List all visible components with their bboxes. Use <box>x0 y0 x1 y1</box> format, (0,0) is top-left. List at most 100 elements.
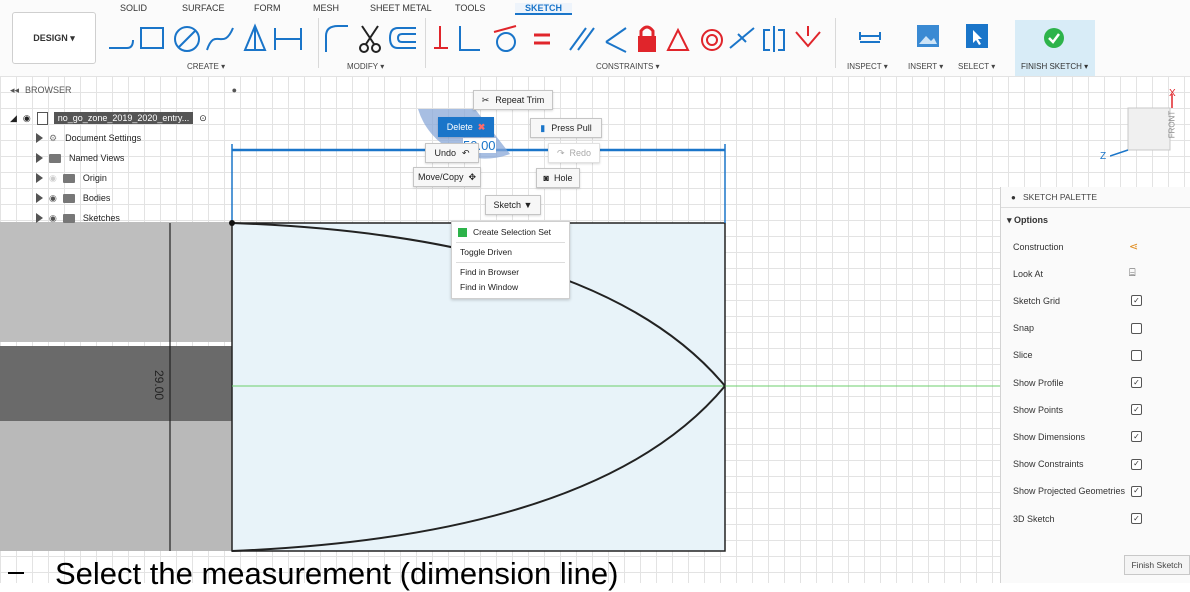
tab-solid[interactable]: SOLID <box>120 3 147 13</box>
collapse-icon[interactable]: ◂◂ <box>10 85 19 96</box>
dimension-icon[interactable] <box>274 28 302 50</box>
expand-icon[interactable] <box>36 213 43 223</box>
checkbox-unchecked[interactable] <box>1131 349 1142 361</box>
palette-finish-sketch-button[interactable]: Finish Sketch <box>1124 555 1190 575</box>
mirror-icon[interactable] <box>243 23 267 51</box>
equal-icon[interactable] <box>534 33 550 45</box>
palette-row-show-points[interactable]: Show Points ✓ <box>1001 396 1190 423</box>
checkbox-unchecked[interactable] <box>1131 322 1142 334</box>
expand-icon[interactable] <box>36 173 43 183</box>
line-icon[interactable] <box>109 39 134 49</box>
eye-hidden-icon[interactable]: ◉ <box>49 173 57 184</box>
viewcube[interactable] <box>1110 88 1190 168</box>
tab-tools[interactable]: TOOLS <box>455 3 485 13</box>
menu-item-find-in-browser[interactable]: Find in Browser <box>452 265 577 279</box>
palette-row-3d-sketch[interactable]: 3D Sketch ✓ <box>1001 505 1190 532</box>
expand-icon[interactable] <box>36 133 43 143</box>
palette-header[interactable]: ● SKETCH PALETTE <box>1001 187 1190 208</box>
concentric-icon[interactable] <box>701 29 723 51</box>
symmetry-icon[interactable] <box>763 26 785 52</box>
tree-label: Origin <box>82 173 107 183</box>
palette-options-header[interactable]: ▾ Options <box>1001 208 1190 232</box>
checkbox-checked[interactable]: ✓ <box>1131 377 1142 388</box>
pin-icon[interactable]: ● <box>232 85 237 95</box>
insert-image-icon[interactable] <box>916 24 940 48</box>
palette-row-sketch-grid[interactable]: Sketch Grid ✓ <box>1001 287 1190 314</box>
select-arrow-icon[interactable] <box>966 24 988 48</box>
fillet-icon[interactable] <box>325 25 348 52</box>
palette-row-show-projected-geometries[interactable]: Show Projected Geometries ✓ <box>1001 478 1190 505</box>
vertical-dimension-value[interactable]: 29.00 <box>152 370 166 400</box>
z-axis-line <box>1110 149 1129 157</box>
checkbox-checked[interactable]: ✓ <box>1131 295 1142 307</box>
select-menu[interactable]: SELECT ▾ <box>958 62 995 71</box>
spline-icon[interactable] <box>206 27 234 51</box>
modify-menu[interactable]: MODIFY ▾ <box>347 62 384 71</box>
viewcube-front-face[interactable] <box>1127 107 1171 151</box>
palette-row-show-profile[interactable]: Show Profile ✓ <box>1001 369 1190 396</box>
measure-icon[interactable] <box>858 28 882 48</box>
coincident-icon[interactable] <box>434 26 448 49</box>
create-menu[interactable]: CREATE ▾ <box>187 62 225 71</box>
radio-icon[interactable]: ⊙ <box>199 113 207 124</box>
hole-button[interactable]: ◙ Hole <box>536 168 580 188</box>
tab-sketch[interactable]: SKETCH <box>515 3 573 15</box>
menu-item-find-in-window[interactable]: Find in Window <box>452 280 577 294</box>
checkbox-checked[interactable]: ✓ <box>1131 458 1142 470</box>
circle-icon[interactable] <box>174 26 200 52</box>
repeat-trim-button[interactable]: ✂ Repeat Trim <box>473 90 553 110</box>
palette-row-slice[interactable]: Slice <box>1001 342 1190 369</box>
expand-icon[interactable] <box>36 193 43 203</box>
eye-icon[interactable]: ◉ <box>49 193 57 204</box>
look-at-icon[interactable]: ⌸ <box>1129 267 1136 280</box>
undo-button[interactable]: Undo ↶ <box>425 143 479 163</box>
tree-item-named-views[interactable]: Named Views <box>36 150 124 166</box>
expand-root-icon[interactable]: ◢ <box>10 113 17 124</box>
tab-mesh[interactable]: MESH <box>313 3 339 13</box>
palette-row-look-at[interactable]: Look At ⌸ <box>1001 260 1190 287</box>
collinear-icon[interactable] <box>459 26 480 51</box>
checkbox-checked[interactable]: ✓ <box>1131 431 1142 443</box>
tab-surface[interactable]: SURFACE <box>182 3 225 13</box>
eye-icon[interactable]: ◉ <box>49 213 57 224</box>
triangle-icon[interactable] <box>666 27 690 51</box>
finish-sketch-button[interactable]: FINISH SKETCH ▾ <box>1015 20 1095 76</box>
checkbox-checked[interactable]: ✓ <box>1131 513 1142 524</box>
menu-item-create-selection-set[interactable]: Create Selection Set <box>452 225 569 239</box>
rectangle-icon[interactable] <box>140 27 164 49</box>
constraints-menu[interactable]: CONSTRAINTS ▾ <box>596 62 660 71</box>
palette-row-show-dimensions[interactable]: Show Dimensions ✓ <box>1001 423 1190 450</box>
design-workspace-button[interactable]: DESIGN ▾ <box>12 12 96 64</box>
fix-icon[interactable] <box>795 26 821 48</box>
checkbox-checked[interactable]: ✓ <box>1131 485 1142 497</box>
midpoint-icon[interactable] <box>729 27 755 49</box>
tree-item-document-settings[interactable]: ⚙ Document Settings <box>36 130 141 146</box>
move-copy-button[interactable]: Move/Copy ✥ <box>413 167 481 187</box>
browser-root[interactable]: ◢ ◉ no_go_zone_2019_2020_entry... ⊙ <box>10 110 207 126</box>
expand-icon[interactable] <box>36 153 43 163</box>
delete-button[interactable]: Delete ✖ <box>438 117 494 137</box>
offset-icon[interactable] <box>388 27 416 49</box>
palette-row-show-constraints[interactable]: Show Constraints ✓ <box>1001 451 1190 478</box>
insert-menu[interactable]: INSERT ▾ <box>908 62 943 71</box>
eye-icon[interactable]: ◉ <box>23 113 31 124</box>
construction-icon[interactable]: ⋖ <box>1129 240 1138 253</box>
tree-item-sketches[interactable]: ◉ Sketches <box>36 210 120 226</box>
tab-sheet-metal[interactable]: SHEET METAL <box>370 3 432 13</box>
perpendicular-icon[interactable] <box>605 27 627 53</box>
palette-row-snap[interactable]: Snap <box>1001 315 1190 342</box>
tree-item-origin[interactable]: ◉ Origin <box>36 170 107 186</box>
tab-form[interactable]: FORM <box>254 3 281 13</box>
menu-item-toggle-driven[interactable]: Toggle Driven <box>452 245 577 259</box>
sketch-dropdown-button[interactable]: Sketch ▼ <box>485 195 541 215</box>
separator <box>318 18 319 68</box>
tree-item-bodies[interactable]: ◉ Bodies <box>36 190 110 206</box>
inspect-menu[interactable]: INSPECT ▾ <box>847 62 888 71</box>
trim-scissors-icon[interactable] <box>359 25 381 53</box>
tangent-icon[interactable] <box>493 25 517 52</box>
palette-row-construction[interactable]: Construction ⋖ <box>1001 233 1190 260</box>
parallel-icon[interactable] <box>569 27 595 51</box>
checkbox-checked[interactable]: ✓ <box>1131 404 1142 416</box>
lock-icon[interactable] <box>638 25 656 52</box>
press-pull-button[interactable]: ▮ Press Pull <box>530 118 602 138</box>
